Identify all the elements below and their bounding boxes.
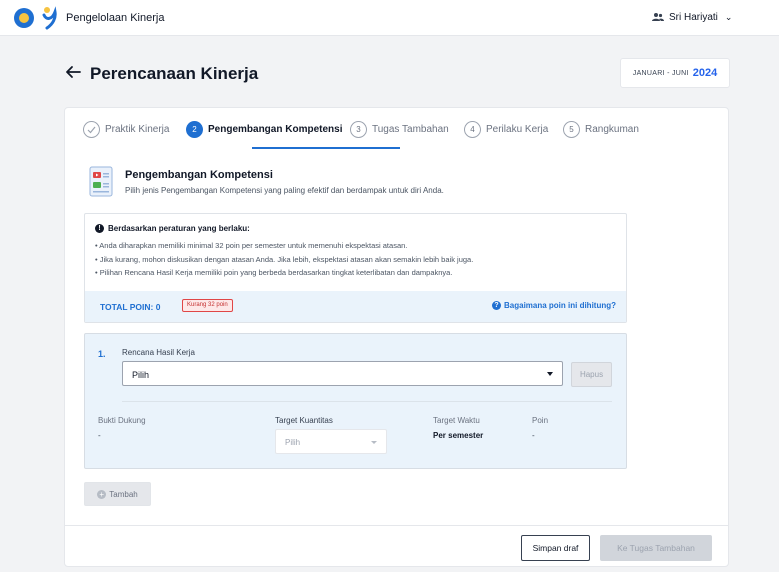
- footer-divider: [65, 525, 728, 526]
- step-label: Perilaku Kerja: [486, 123, 549, 135]
- bukti-value: -: [98, 431, 101, 440]
- active-step-indicator: [252, 147, 400, 149]
- step-number: 5: [563, 120, 580, 138]
- points-help-text: Bagaimana poin ini dihitung?: [504, 301, 616, 310]
- stepper: Praktik Kinerja 2 Pengembangan Kompetens…: [65, 108, 730, 152]
- next-step-button[interactable]: Ke Tugas Tambahan: [600, 535, 712, 561]
- bukti-label: Bukti Dukung: [98, 416, 146, 425]
- status-badge: Kurang 32 poin: [182, 299, 233, 312]
- ministry-logo: [14, 8, 34, 28]
- period-selector[interactable]: JANUARI - JUNI 2024: [620, 58, 730, 88]
- delete-button[interactable]: Hapus: [571, 362, 612, 387]
- step-label: Rangkuman: [585, 123, 639, 135]
- step-label: Pengembangan Kompetensi: [208, 123, 343, 135]
- user-menu[interactable]: Sri Hariyati ⌄: [652, 11, 732, 23]
- step-praktik-kinerja[interactable]: Praktik Kinerja: [83, 120, 169, 138]
- caret-down-icon: [547, 372, 553, 376]
- add-label: Tambah: [109, 489, 138, 499]
- divider: [122, 401, 612, 402]
- chevron-down-icon: ⌄: [724, 11, 733, 22]
- period-year: 2024: [692, 67, 718, 79]
- page-title: Perencanaan Kinerja: [90, 64, 259, 83]
- info-heading: ! Berdasarkan peraturan yang berlaku:: [95, 224, 250, 233]
- step-number: 3: [350, 120, 367, 138]
- poin-label: Poin: [532, 416, 549, 425]
- info-list: Anda diharapkan memiliki minimal 32 poin…: [95, 239, 473, 280]
- step-pengembangan-kompetensi[interactable]: 2 Pengembangan Kompetensi: [186, 120, 342, 138]
- step-rangkuman[interactable]: 5 Rangkuman: [563, 120, 639, 138]
- step-perilaku-kerja[interactable]: 4 Perilaku Kerja: [464, 120, 548, 138]
- step-number: 2: [186, 120, 203, 138]
- user-name: Sri Hariyati: [669, 11, 718, 23]
- document-icon: [89, 166, 113, 197]
- check-icon: [83, 120, 100, 138]
- alert-icon: !: [95, 224, 104, 233]
- points-bar: TOTAL POIN: 0 Kurang 32 poin ? Bagaimana…: [85, 291, 626, 322]
- target-kuantitas-select[interactable]: Pilih: [275, 429, 387, 454]
- rhk-item: 1. Rencana Hasil Kerja Pilih Hapus Bukti…: [84, 333, 627, 469]
- total-points: TOTAL POIN: 0: [100, 302, 161, 312]
- info-heading-text: Berdasarkan peraturan yang berlaku:: [108, 224, 250, 233]
- rhk-select[interactable]: Pilih: [122, 361, 563, 386]
- section-description: Pilih jenis Pengembangan Kompetensi yang…: [125, 186, 444, 195]
- step-label: Tugas Tambahan: [372, 123, 449, 135]
- back-arrow-icon[interactable]: [65, 64, 81, 80]
- add-button[interactable]: + Tambah: [84, 482, 151, 506]
- poin-value: -: [532, 431, 535, 440]
- top-bar: Pengelolaan Kinerja Sri Hariyati ⌄: [0, 0, 779, 36]
- caret-down-icon: [371, 441, 377, 444]
- item-number: 1.: [98, 349, 106, 359]
- info-item: Anda diharapkan memiliki minimal 32 poin…: [95, 239, 473, 253]
- info-item: Jika kurang, mohon diskusikan dengan ata…: [95, 253, 474, 267]
- save-draft-button[interactable]: Simpan draf: [521, 535, 590, 561]
- question-icon: ?: [492, 301, 501, 310]
- step-tugas-tambahan[interactable]: 3 Tugas Tambahan: [350, 120, 449, 138]
- app-title: Pengelolaan Kinerja: [66, 12, 165, 24]
- target-kuantitas-value: Pilih: [285, 438, 301, 447]
- target-waktu-label: Target Waktu: [433, 416, 480, 425]
- target-kuantitas-label: Target Kuantitas: [275, 416, 333, 425]
- section-title: Pengembangan Kompetensi: [125, 169, 273, 181]
- rhk-label: Rencana Hasil Kerja: [122, 348, 195, 357]
- period-range: JANUARI - JUNI: [632, 69, 689, 77]
- app-logo: [42, 6, 57, 30]
- main-card: Praktik Kinerja 2 Pengembangan Kompetens…: [64, 107, 729, 567]
- step-label: Praktik Kinerja: [105, 123, 170, 135]
- plus-icon: +: [97, 489, 107, 499]
- users-icon: [652, 13, 664, 21]
- info-box: ! Berdasarkan peraturan yang berlaku: An…: [84, 213, 627, 323]
- rhk-select-value: Pilih: [132, 370, 150, 380]
- step-number: 4: [464, 120, 481, 138]
- target-waktu-value: Per semester: [433, 431, 484, 440]
- info-item: Pilihan Rencana Hasil Kerja memiliki poi…: [95, 266, 473, 280]
- points-help-link[interactable]: ? Bagaimana poin ini dihitung?: [492, 301, 616, 310]
